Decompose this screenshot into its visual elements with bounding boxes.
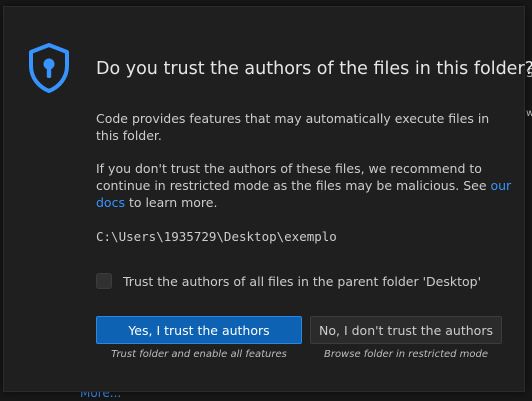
background-text: w: [526, 108, 532, 119]
warning-text-end: to learn more.: [124, 195, 218, 210]
dont-trust-button-caption: Browse folder in restricted mode: [323, 349, 489, 360]
trust-button[interactable]: Yes, I trust the authors: [96, 316, 302, 344]
dialog-title: Do you trust the authors of the files in…: [96, 59, 532, 79]
dont-trust-button[interactable]: No, I don't trust the authors: [310, 316, 502, 344]
warning-text: If you don't trust the authors of these …: [96, 161, 491, 193]
trust-parent-label[interactable]: Trust the authors of all files in the pa…: [123, 274, 481, 289]
dialog-description: Code provides features that may automati…: [96, 111, 490, 143]
trust-parent-checkbox[interactable]: [96, 273, 112, 289]
trust-button-caption: Trust folder and enable all features: [111, 349, 287, 360]
workspace-trust-dialog: Do you trust the authors of the files in…: [3, 6, 532, 392]
dialog-warning: If you don't trust the authors of these …: [96, 160, 512, 211]
folder-path: C:\Users\1935729\Desktop\exemplo: [96, 229, 337, 244]
trust-parent-checkbox-row[interactable]: Trust the authors of all files in the pa…: [96, 273, 481, 289]
shield-keyhole-icon: [29, 43, 69, 93]
